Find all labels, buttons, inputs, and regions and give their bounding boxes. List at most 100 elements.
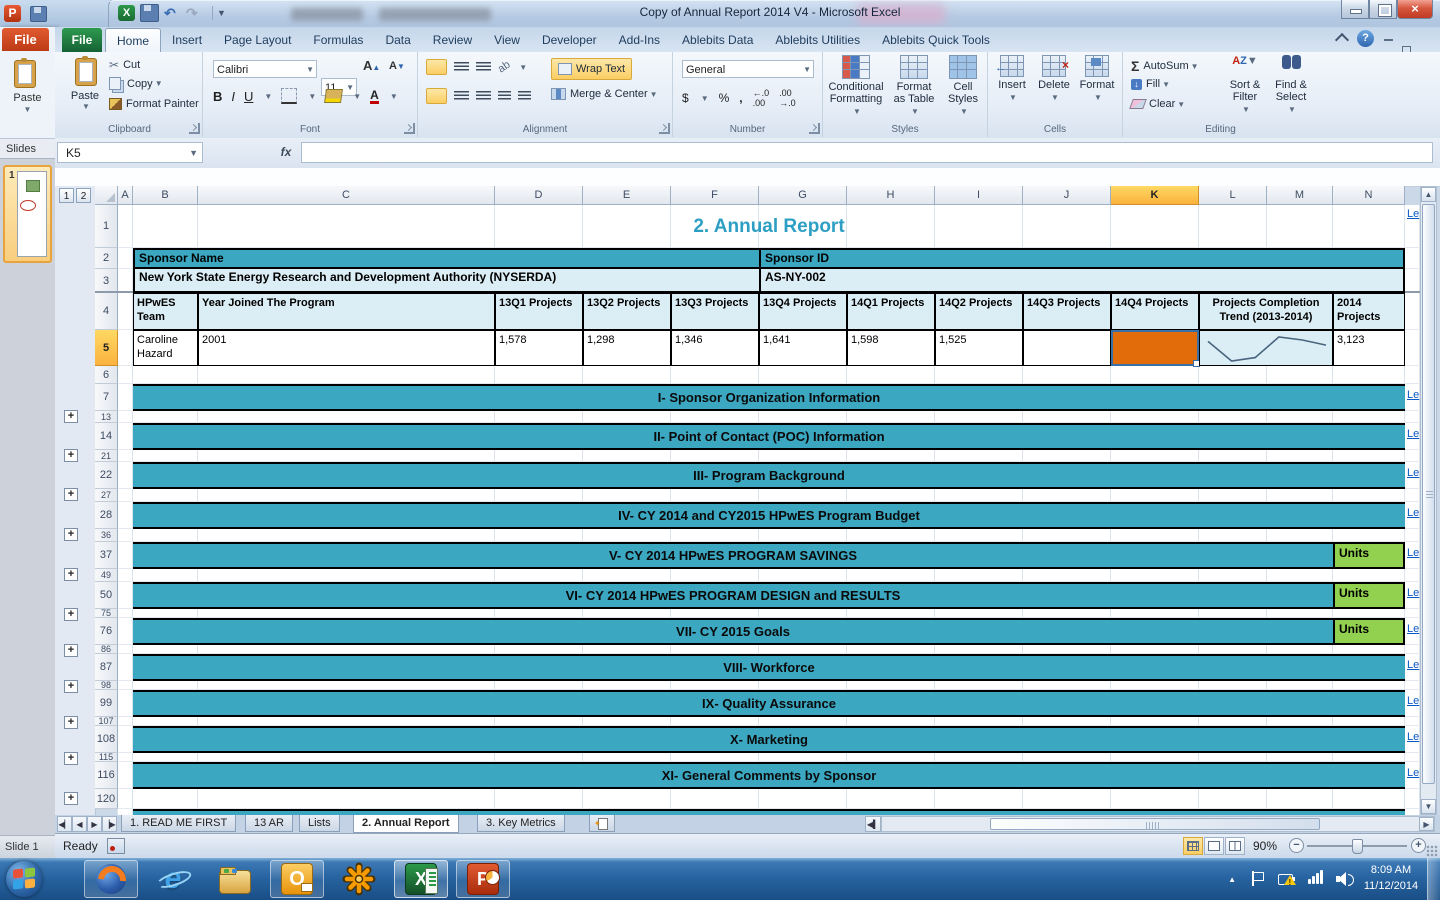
close-button[interactable]: × [1397,0,1433,19]
row-header-99[interactable]: 99 [95,690,118,717]
font-color-icon[interactable]: A [370,89,379,104]
conditional-formatting-button[interactable]: ConditionalFormatting▼ [825,55,887,117]
section-bar-22[interactable]: III- Program Background [133,462,1405,489]
column-header-E[interactable]: E [583,186,671,205]
tab-split-handle[interactable]: ◀▍ [865,816,881,832]
row-header-5[interactable]: 5 [95,330,118,366]
sheet-tab-3-key-metrics[interactable]: 3. Key Metrics [477,815,565,832]
increase-indent-icon[interactable] [518,91,531,101]
font-color-arrow[interactable]: ▼ [390,92,398,101]
sort-filter-button[interactable]: AZ▼ Sort &Filter▼ [1223,55,1267,115]
wrap-text-button[interactable]: Wrap Text [551,58,632,80]
tab-review[interactable]: Review [422,28,483,52]
tab-data[interactable]: Data [374,28,421,52]
column-header-I[interactable]: I [935,186,1023,205]
horizontal-scrollbar[interactable]: ▶ [881,816,1435,832]
cut-button[interactable]: ✂ Cut [109,58,140,72]
section-bar-76[interactable]: VII- CY 2015 Goals [133,618,1333,645]
row-header-86[interactable]: 86 [95,645,118,654]
first-sheet-icon[interactable]: ◀▏ [57,816,72,832]
select-all-corner[interactable] [95,186,118,205]
borders-arrow[interactable]: ▼ [308,92,316,101]
alignment-dialog-launcher[interactable] [659,123,670,134]
section-bar-50[interactable]: VI- CY 2014 HPwES PROGRAM DESIGN and RES… [133,582,1333,609]
accounting-format-icon[interactable]: $ [682,91,689,105]
sheet-tab-13-ar[interactable]: 13 AR [245,815,293,832]
cell-13q2[interactable]: 1,298 [583,330,671,366]
format-painter-button[interactable]: Format Painter [109,98,199,110]
normal-view-icon[interactable] [1183,837,1203,855]
tab-file[interactable]: File [62,28,102,52]
zoom-slider-thumb[interactable] [1352,839,1363,854]
orientation-icon[interactable]: ab [496,59,513,76]
column-header-H[interactable]: H [847,186,935,205]
align-bottom-icon[interactable] [476,62,491,72]
borders-icon[interactable] [281,88,297,104]
find-select-button[interactable]: Find &Select▼ [1269,55,1313,115]
qat-customize-arrow[interactable]: ▼ [217,5,226,21]
taskbar-clock[interactable]: 8:09 AM 11/12/2014 [1356,862,1426,894]
merge-center-button[interactable]: Merge & Center▼ [551,88,658,100]
tab-add-ins[interactable]: Add-Ins [608,28,671,52]
underline-arrow[interactable]: ▼ [264,92,272,101]
shrink-font-icon[interactable]: A▼ [389,60,405,72]
row-header-76[interactable]: 76 [95,618,118,645]
column-header-J[interactable]: J [1023,186,1111,205]
hidden-icons-arrow[interactable]: ▲ [1228,875,1236,884]
action-center-flag-icon[interactable] [1250,871,1264,887]
row-header-21[interactable]: 21 [95,450,118,462]
clipboard-dialog-launcher[interactable] [189,123,200,134]
taskbar-explorer-icon[interactable] [208,860,262,898]
row-header-120[interactable]: 120 [95,789,118,809]
header-hpwes-team[interactable]: HPwES Team [133,293,198,330]
outline-expand-button[interactable]: + [64,644,78,657]
header-13q3[interactable]: 13Q3 Projects [671,293,759,330]
sparkline-cell[interactable] [1199,330,1333,366]
row-header-87[interactable]: 87 [95,654,118,681]
column-header-B[interactable]: B [133,186,198,205]
tab-insert[interactable]: Insert [161,28,213,52]
row-header-27[interactable]: 27 [95,489,118,502]
units-cell-37[interactable]: Units [1333,542,1405,569]
header-2014-projects[interactable]: 2014 Projects [1333,293,1405,330]
taskbar-ie-icon[interactable]: e [146,860,200,898]
outline-expand-button[interactable]: + [64,568,78,581]
help-icon[interactable]: ? [1357,30,1374,47]
row-header-49[interactable]: 49 [95,569,118,582]
cell-14q2[interactable]: 1,525 [935,330,1023,366]
minimize-button[interactable] [1341,0,1369,19]
name-box[interactable]: K5▼ [57,142,203,163]
row-header-108[interactable]: 108 [95,726,118,753]
vertical-scrollbar[interactable]: ▲ ▼ [1420,186,1437,815]
font-name-combo[interactable]: Calibri▼ [213,60,317,78]
workbook-minimize-icon[interactable] [1382,31,1397,44]
cell-team[interactable]: Caroline Hazard [133,330,198,366]
tab-ablebits-quick-tools[interactable]: Ablebits Quick Tools [871,28,1001,52]
row-header-50[interactable]: 50 [95,582,118,609]
restore-button[interactable] [1369,0,1397,19]
collapse-ribbon-icon[interactable] [1337,35,1347,52]
paste-dropdown-arrow[interactable]: ▼ [0,105,55,114]
fill-color-icon[interactable] [324,89,343,103]
units-cell-76[interactable]: Units [1333,618,1405,645]
increase-decimal-icon[interactable]: ←.0.00 [753,88,770,108]
row-header-14[interactable]: 14 [95,423,118,450]
scroll-down-icon[interactable]: ▼ [1421,799,1436,814]
outline-level-1-button[interactable]: 1 [59,188,74,203]
accounting-arrow[interactable]: ▼ [701,94,709,103]
number-format-combo[interactable]: General▼ [682,60,814,78]
row-header-6[interactable]: 6 [95,366,118,384]
section-bar-7[interactable]: I- Sponsor Organization Information [133,384,1405,411]
row-header-7[interactable]: 7 [95,384,118,411]
show-desktop-button[interactable] [1427,858,1440,900]
sponsor-id-cell[interactable]: AS-NY-002 [759,267,1405,293]
align-right-icon[interactable] [476,91,491,101]
row-header-2[interactable]: 2 [95,248,118,269]
header-year-joined[interactable]: Year Joined The Program [198,293,495,330]
cell-14q4-selected[interactable] [1111,330,1199,366]
formula-input[interactable] [301,142,1433,163]
grow-font-icon[interactable]: A▲ [363,58,380,73]
section-bar-28[interactable]: IV- CY 2014 and CY2015 HPwES Program Bud… [133,502,1405,529]
cell-13q1[interactable]: 1,578 [495,330,583,366]
resize-grip[interactable] [1426,845,1438,857]
